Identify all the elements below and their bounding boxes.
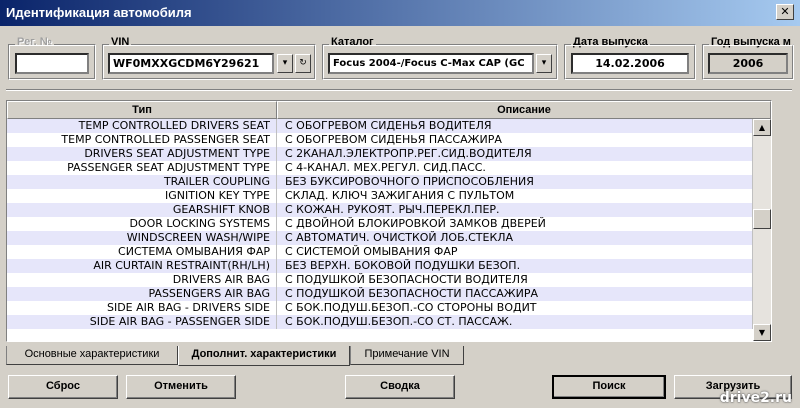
table-row[interactable]: TRAILER COUPLING БЕЗ БУКСИРОВОЧНОГО ПРИСП…	[7, 175, 753, 189]
release-date-label: Дата выпуска	[571, 36, 650, 48]
vin-input[interactable]: WF0MXXGCDM6Y29621	[108, 53, 274, 74]
refresh-icon: ↻	[299, 58, 307, 68]
table-row[interactable]: WINDSCREEN WASH/WIPE С АВТОМАТИЧ. ОЧИСТКО…	[7, 231, 753, 245]
release-year-label: Год выпуска м	[709, 36, 793, 48]
cell-type: SIDE AIR BAG - DRIVERS SIDE	[7, 301, 277, 315]
close-button[interactable]: ✕	[776, 4, 794, 20]
cell-type: PASSENGER SEAT ADJUSTMENT TYPE	[7, 161, 277, 175]
table-body: TEMP CONTROLLED DRIVERS SEAT С ОБОГРЕВОМ …	[7, 119, 753, 329]
cell-description: БЕЗ БУКСИРОВОЧНОГО ПРИСПОСОБЛЕНИЯ	[277, 175, 753, 189]
column-header-type[interactable]: Тип	[7, 101, 277, 119]
cell-type: DRIVERS AIR BAG	[7, 273, 277, 287]
scroll-thumb[interactable]	[753, 209, 771, 229]
reg-number-group: Рег. №	[8, 36, 96, 80]
close-icon: ✕	[780, 5, 790, 18]
release-date-input[interactable]: 14.02.2006	[571, 53, 689, 74]
cell-type: PASSENGERS AIR BAG	[7, 287, 277, 301]
table-row[interactable]: SIDE AIR BAG - DRIVERS SIDE С БОК.ПОДУШ.Б…	[7, 301, 753, 315]
table-row[interactable]: СИСТЕМА ОМЫВАНИЯ ФАР С СИСТЕМОЙ ОМЫВАНИЯ …	[7, 245, 753, 259]
cell-type: СИСТЕМА ОМЫВАНИЯ ФАР	[7, 245, 277, 259]
cell-description: БЕЗ ВЕРХН. БОКОВОЙ ПОДУШКИ БЕЗОП.	[277, 259, 753, 273]
release-year-value: 2006	[708, 53, 788, 74]
table-row[interactable]: DOOR LOCKING SYSTEMS С ДВОЙНОЙ БЛОКИРОВКО…	[7, 217, 753, 231]
scroll-down-icon: ▼	[758, 328, 766, 337]
header-separator	[6, 89, 792, 91]
table-row[interactable]: AIR CURTAIN RESTRAINT(RH/LH) БЕЗ ВЕРХН. Б…	[7, 259, 753, 273]
table-row[interactable]: DRIVERS AIR BAG С ПОДУШКОЙ БЕЗОПАСНОСТИ В…	[7, 273, 753, 287]
table-row[interactable]: TEMP CONTROLLED PASSENGER SEAT С ОБОГРЕВО…	[7, 133, 753, 147]
table-header: Тип Описание	[7, 101, 771, 119]
vin-label: VIN	[109, 36, 132, 48]
table-row[interactable]: DRIVERS SEAT ADJUSTMENT TYPE С 2КАНАЛ.ЭЛЕ…	[7, 147, 753, 161]
window-title: Идентификация автомобиля	[6, 5, 192, 20]
vin-group: VIN WF0MXXGCDM6Y29621 ▾ ↻	[102, 36, 316, 80]
title-bar: Идентификация автомобиля ✕	[0, 0, 800, 26]
cell-description: С БОК.ПОДУШ.БЕЗОП.-СО СТ. ПАССАЖ.	[277, 315, 753, 329]
cell-description: С ДВОЙНОЙ БЛОКИРОВКОЙ ЗАМКОВ ДВЕРЕЙ	[277, 217, 753, 231]
cell-type: TEMP CONTROLLED DRIVERS SEAT	[7, 119, 277, 133]
cell-description: С 4-КАНАЛ. МЕХ.РЕГУЛ. СИД.ПАСС.	[277, 161, 753, 175]
catalog-dropdown-button[interactable]: ▾	[536, 54, 552, 73]
cell-type: DOOR LOCKING SYSTEMS	[7, 217, 277, 231]
cell-description: С 2КАНАЛ.ЭЛЕКТРОПР.РЕГ.СИД.ВОДИТЕЛЯ	[277, 147, 753, 161]
cell-description: С АВТОМАТИЧ. ОЧИСТКОЙ ЛОБ.СТЕКЛА	[277, 231, 753, 245]
column-header-description[interactable]: Описание	[277, 101, 771, 119]
cancel-button[interactable]: Отменить	[126, 375, 236, 399]
cell-description: С СИСТЕМОЙ ОМЫВАНИЯ ФАР	[277, 245, 753, 259]
table-row[interactable]: PASSENGER SEAT ADJUSTMENT TYPE С 4-КАНАЛ.…	[7, 161, 753, 175]
cell-type: TEMP CONTROLLED PASSENGER SEAT	[7, 133, 277, 147]
reset-button[interactable]: Сброс	[8, 375, 118, 399]
vin-refresh-button[interactable]: ↻	[295, 54, 311, 73]
catalog-select[interactable]: Focus 2004-/Focus C-Max CAP (GC	[328, 53, 534, 74]
vin-dropdown-button[interactable]: ▾	[277, 54, 293, 73]
cell-description: С ПОДУШКОЙ БЕЗОПАСНОСТИ ПАССАЖИРА	[277, 287, 753, 301]
release-date-group: Дата выпуска 14.02.2006	[564, 36, 696, 80]
catalog-group: Каталог Focus 2004-/Focus C-Max CAP (GC …	[322, 36, 558, 80]
table-row[interactable]: PASSENGERS AIR BAG С ПОДУШКОЙ БЕЗОПАСНОСТ…	[7, 287, 753, 301]
cell-description: С КОЖАН. РУКОЯТ. РЫЧ.ПЕРЕКЛ.ПЕР.	[277, 203, 753, 217]
table-row[interactable]: GEARSHIFT KNOB С КОЖАН. РУКОЯТ. РЫЧ.ПЕРЕК…	[7, 203, 753, 217]
search-button[interactable]: Поиск	[552, 375, 666, 399]
cell-type: DRIVERS SEAT ADJUSTMENT TYPE	[7, 147, 277, 161]
table-row[interactable]: TEMP CONTROLLED DRIVERS SEAT С ОБОГРЕВОМ …	[7, 119, 753, 133]
chevron-down-icon: ▾	[282, 58, 288, 68]
summary-button[interactable]: Сводка	[345, 375, 455, 399]
tab-strip: Основные характеристики Дополнит. характ…	[6, 346, 466, 366]
release-year-group: Год выпуска м 2006	[702, 36, 794, 80]
scroll-up-button[interactable]: ▲	[753, 119, 771, 136]
characteristics-table[interactable]: Тип Описание TEMP CONTROLLED DRIVERS SEA…	[6, 100, 772, 342]
catalog-label: Каталог	[329, 36, 376, 48]
chevron-down-icon: ▾	[541, 58, 547, 68]
tab-additional-characteristics[interactable]: Дополнит. характеристики	[178, 346, 350, 366]
vertical-scrollbar[interactable]: ▲ ▼	[753, 119, 771, 341]
table-row[interactable]: SIDE AIR BAG - PASSENGER SIDE С БОК.ПОДУШ…	[7, 315, 753, 329]
reg-number-input[interactable]	[15, 53, 89, 74]
tab-vin-notes[interactable]: Примечание VIN	[350, 346, 464, 365]
watermark-text: drive2.ru	[719, 390, 792, 406]
cell-description: С БОК.ПОДУШ.БЕЗОП.-СО СТОРОНЫ ВОДИТ	[277, 301, 753, 315]
cell-type: WINDSCREEN WASH/WIPE	[7, 231, 277, 245]
table-row[interactable]: IGNITION KEY TYPE СКЛАД. КЛЮЧ ЗАЖИГАНИЯ С…	[7, 189, 753, 203]
cell-type: IGNITION KEY TYPE	[7, 189, 277, 203]
cell-description: СКЛАД. КЛЮЧ ЗАЖИГАНИЯ С ПУЛЬТОМ	[277, 189, 753, 203]
cell-description: С ПОДУШКОЙ БЕЗОПАСНОСТИ ВОДИТЕЛЯ	[277, 273, 753, 287]
cell-description: С ОБОГРЕВОМ СИДЕНЬЯ ВОДИТЕЛЯ	[277, 119, 753, 133]
tab-basic-characteristics[interactable]: Основные характеристики	[6, 346, 178, 365]
scroll-down-button[interactable]: ▼	[753, 324, 771, 341]
scroll-up-icon: ▲	[758, 123, 766, 132]
cell-type: SIDE AIR BAG - PASSENGER SIDE	[7, 315, 277, 329]
cell-type: TRAILER COUPLING	[7, 175, 277, 189]
reg-number-label: Рег. №	[15, 36, 55, 48]
cell-description: С ОБОГРЕВОМ СИДЕНЬЯ ПАССАЖИРА	[277, 133, 753, 147]
cell-type: AIR CURTAIN RESTRAINT(RH/LH)	[7, 259, 277, 273]
cell-type: GEARSHIFT KNOB	[7, 203, 277, 217]
